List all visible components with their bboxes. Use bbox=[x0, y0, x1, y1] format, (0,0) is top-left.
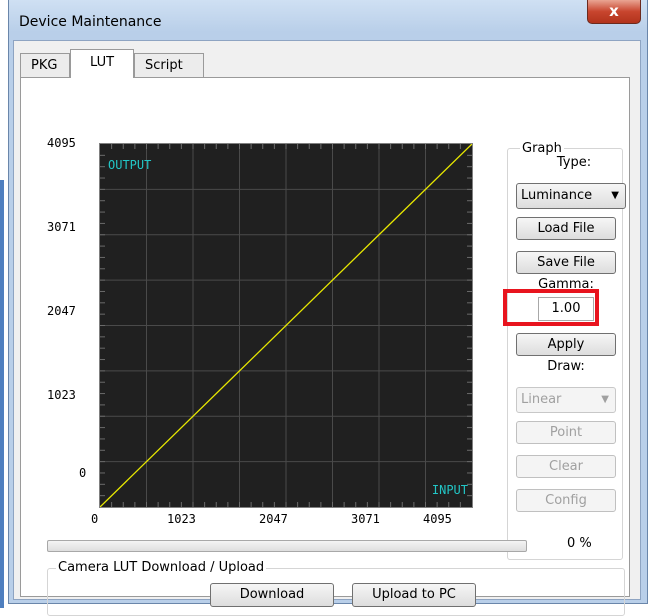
tab-script[interactable]: Script bbox=[134, 53, 204, 77]
window-edge bbox=[0, 180, 4, 608]
device-maintenance-window: Device Maintenance x PKG LUT Script 4095… bbox=[8, 0, 648, 616]
client-area: PKG LUT Script 4095 3071 2047 1023 0 OUT… bbox=[13, 40, 641, 616]
x-tick-label: 1023 bbox=[167, 512, 196, 526]
upload-to-pc-button[interactable]: Upload to PC bbox=[352, 583, 476, 607]
x-tick-label: 4095 bbox=[423, 512, 452, 526]
close-icon: x bbox=[609, 2, 619, 20]
draw-select-value: Linear bbox=[521, 392, 562, 407]
y-tick-label: 0 bbox=[79, 466, 87, 480]
gamma-label: Gamma: bbox=[538, 277, 594, 292]
config-button[interactable]: Config bbox=[516, 489, 616, 512]
tab-pkg[interactable]: PKG bbox=[20, 53, 70, 77]
x-tick-label: 2047 bbox=[259, 512, 288, 526]
apply-button[interactable]: Apply bbox=[516, 333, 616, 356]
input-axis-label: INPUT bbox=[431, 483, 468, 497]
title-bar[interactable]: Device Maintenance x bbox=[9, 0, 647, 40]
chevron-down-icon: ▼ bbox=[611, 190, 619, 201]
output-axis-label: OUTPUT bbox=[108, 158, 152, 172]
transfer-group-label: Camera LUT Download / Upload bbox=[56, 560, 267, 575]
graph-controls-group: Graph Type: Luminance ▼ Load File Save F… bbox=[507, 141, 626, 560]
y-tick-label: 4095 bbox=[47, 136, 76, 150]
y-tick-label: 2047 bbox=[47, 304, 76, 318]
progress-bar bbox=[47, 540, 527, 552]
y-tick-label: 1023 bbox=[47, 388, 76, 402]
type-label: Type: bbox=[556, 155, 592, 170]
tab-lut[interactable]: LUT bbox=[70, 49, 134, 78]
type-select-value: Luminance bbox=[521, 188, 593, 203]
gamma-input[interactable]: 1.00 bbox=[538, 297, 594, 321]
window-title: Device Maintenance bbox=[19, 14, 162, 30]
lut-panel: 4095 3071 2047 1023 0 OUTPUT INPUT 0 102… bbox=[20, 77, 630, 616]
lut-curve-svg bbox=[100, 144, 472, 507]
x-tick-label: 0 bbox=[91, 512, 99, 526]
lut-curve-plot[interactable]: OUTPUT INPUT bbox=[99, 143, 473, 508]
x-tick-label: 3071 bbox=[351, 512, 380, 526]
draw-label: Draw: bbox=[547, 359, 585, 374]
lut-transfer-group: Camera LUT Download / Upload Download Up… bbox=[47, 560, 625, 616]
point-button[interactable]: Point bbox=[516, 421, 616, 444]
draw-select[interactable]: Linear ▼ bbox=[516, 387, 616, 413]
save-file-button[interactable]: Save File bbox=[516, 251, 616, 274]
progress-percent: 0 % bbox=[567, 536, 592, 551]
download-button[interactable]: Download bbox=[210, 583, 334, 607]
close-button[interactable]: x bbox=[587, 0, 641, 24]
chevron-down-icon: ▼ bbox=[601, 394, 609, 405]
clear-button[interactable]: Clear bbox=[516, 455, 616, 478]
graph-group-label: Graph bbox=[520, 141, 564, 156]
type-select[interactable]: Luminance ▼ bbox=[516, 183, 626, 209]
y-tick-label: 3071 bbox=[47, 220, 76, 234]
load-file-button[interactable]: Load File bbox=[516, 217, 616, 240]
